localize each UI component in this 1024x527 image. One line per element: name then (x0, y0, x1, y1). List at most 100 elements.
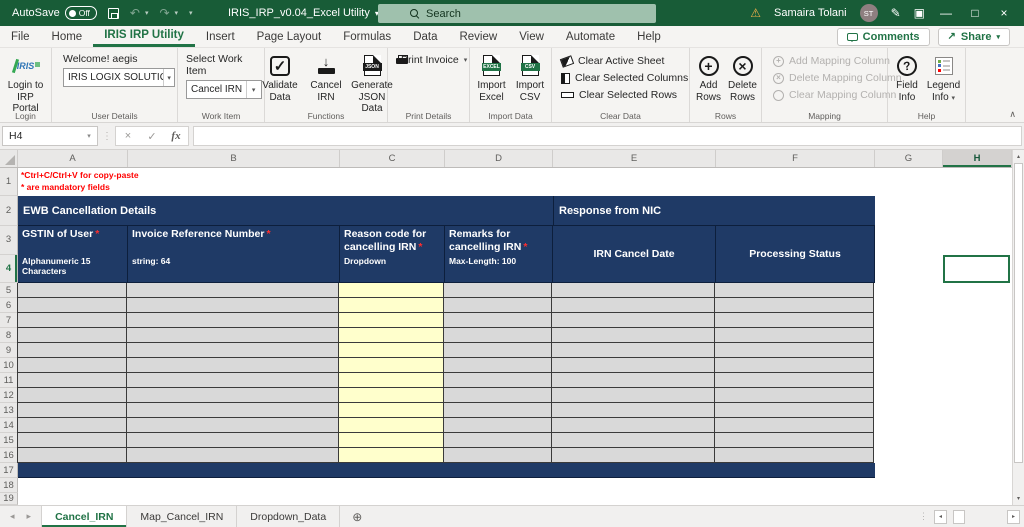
login-irp-portal-button[interactable]: IRIS Login to IRP Portal (3, 51, 48, 117)
minimize-button[interactable]: — (938, 6, 954, 20)
undo-icon[interactable]: ↶ (130, 7, 140, 19)
cell-A16[interactable] (17, 448, 127, 463)
cell-D10[interactable] (444, 358, 552, 373)
clear-selected-rows-button[interactable]: Clear Selected Rows (561, 87, 677, 103)
row-header-15[interactable]: 15 (0, 433, 18, 448)
row-header-17[interactable]: 17 (0, 463, 18, 478)
cell-B5[interactable] (127, 283, 339, 298)
cell-E14[interactable] (552, 418, 715, 433)
cell-A5[interactable] (17, 283, 127, 298)
header-irn-cancel-date[interactable]: IRN Cancel Date (553, 226, 716, 283)
cell-A15[interactable] (17, 433, 127, 448)
cell-D7[interactable] (444, 313, 552, 328)
cell-E10[interactable] (552, 358, 715, 373)
cell-B6[interactable] (127, 298, 339, 313)
name-box[interactable]: H4 ▾ (2, 126, 98, 146)
comments-button[interactable]: Comments (836, 27, 930, 46)
cell-B7[interactable] (127, 313, 339, 328)
row-header-4-selected[interactable]: 4 (0, 254, 18, 283)
cell-F6[interactable] (715, 298, 874, 313)
import-csv-button[interactable]: CSV Import CSV (512, 51, 548, 105)
column-header-g[interactable]: G (875, 150, 943, 167)
tab-data[interactable]: Data (402, 26, 448, 47)
tab-review[interactable]: Review (448, 26, 508, 47)
cell-B16[interactable] (127, 448, 339, 463)
autosave-toggle[interactable]: AutoSave Off (12, 6, 97, 20)
column-header-c[interactable]: C (340, 150, 445, 167)
cell-B9[interactable] (127, 343, 339, 358)
formula-cancel-icon[interactable]: × (116, 130, 140, 142)
tab-help[interactable]: Help (626, 26, 672, 47)
cell-F8[interactable] (715, 328, 874, 343)
cancel-irn-button[interactable]: ↓ Cancel IRN (304, 51, 348, 105)
sheet-tab-dropdown-data[interactable]: Dropdown_Data (237, 506, 341, 527)
row-header-9[interactable]: 9 (0, 343, 18, 358)
cell-C8[interactable] (339, 328, 444, 343)
row-header-5[interactable]: 5 (0, 283, 18, 298)
name-box-chevron-icon[interactable]: ▾ (81, 132, 97, 140)
scroll-up-icon[interactable]: ▴ (1013, 150, 1024, 163)
cell-D12[interactable] (444, 388, 552, 403)
column-header-e[interactable]: E (553, 150, 716, 167)
cell-F7[interactable] (715, 313, 874, 328)
cell-C10[interactable] (339, 358, 444, 373)
cell-F15[interactable] (715, 433, 874, 448)
save-icon[interactable] (107, 7, 119, 19)
cell-A6[interactable] (17, 298, 127, 313)
cell-F11[interactable] (715, 373, 874, 388)
column-header-f[interactable]: F (716, 150, 875, 167)
cell-B12[interactable] (127, 388, 339, 403)
cell-F10[interactable] (715, 358, 874, 373)
cell-D15[interactable] (444, 433, 552, 448)
header-processing-status[interactable]: Processing Status (716, 226, 875, 283)
sheet-tab-map-cancel-irn[interactable]: Map_Cancel_IRN (127, 506, 238, 527)
cell-D9[interactable] (444, 343, 552, 358)
sheet-tab-cancel-irn[interactable]: Cancel_IRN (41, 506, 128, 527)
row-header-12[interactable]: 12 (0, 388, 18, 403)
horizontal-scroll-thumb[interactable] (953, 509, 965, 524)
cell-E12[interactable] (552, 388, 715, 403)
header-remarks[interactable]: Remarks for cancelling IRN * (445, 226, 553, 255)
cell-D5[interactable] (444, 283, 552, 298)
row-header-1[interactable]: 1 (0, 168, 18, 196)
cell-E13[interactable] (552, 403, 715, 418)
cell-C12[interactable] (339, 388, 444, 403)
legend-info-button[interactable]: Legend Info ▾ (925, 51, 962, 105)
formula-enter-icon[interactable]: ✓ (140, 130, 164, 143)
share-button[interactable]: ↗ Share ▾ (937, 27, 1010, 46)
cell-A12[interactable] (17, 388, 127, 403)
cell-C5[interactable] (339, 283, 444, 298)
header-reason-code[interactable]: Reason code for cancelling IRN * (340, 226, 445, 255)
section-response-nic[interactable]: Response from NIC (553, 196, 875, 226)
tab-file[interactable]: File (0, 26, 41, 47)
document-title[interactable]: IRIS_IRP_v0.04_Excel Utility ▾ (228, 0, 379, 26)
cell-E6[interactable] (552, 298, 715, 313)
row-header-16[interactable]: 16 (0, 448, 18, 463)
import-excel-button[interactable]: EXCEL Import Excel (473, 51, 510, 105)
avatar[interactable]: ST (859, 4, 878, 22)
column-header-h-selected[interactable]: H (943, 150, 1012, 167)
cell-F5[interactable] (715, 283, 874, 298)
cell-E7[interactable] (552, 313, 715, 328)
tab-iris-irp-utility[interactable]: IRIS IRP Utility (93, 26, 195, 47)
hscroll-left-icon[interactable]: ◂ (934, 509, 947, 524)
cell-A10[interactable] (17, 358, 127, 373)
cell-F12[interactable] (715, 388, 874, 403)
row-header-3[interactable]: 3 (0, 226, 18, 255)
validate-data-button[interactable]: ✓ Validate Data (258, 51, 302, 105)
cell-C15[interactable] (339, 433, 444, 448)
cell-E9[interactable] (552, 343, 715, 358)
delete-rows-button[interactable]: × Delete Rows (727, 51, 759, 105)
select-all-corner[interactable] (0, 150, 18, 167)
row-header-2[interactable]: 2 (0, 196, 18, 226)
header-invoice-ref[interactable]: Invoice Reference Number * (128, 226, 340, 255)
cell-D14[interactable] (444, 418, 552, 433)
collapse-ribbon-icon[interactable]: ∧ (1009, 109, 1016, 120)
section-ewb-cancellation[interactable]: EWB Cancellation Details (18, 196, 553, 226)
row-header-10[interactable]: 10 (0, 358, 18, 373)
tab-insert[interactable]: Insert (195, 26, 246, 47)
print-invoice-button[interactable]: Print Invoice ▾ (391, 51, 467, 69)
spec-invoice-ref[interactable]: string: 64 (128, 255, 340, 283)
add-rows-button[interactable]: + Add Rows (693, 51, 725, 105)
table-footer-band[interactable] (18, 463, 875, 478)
